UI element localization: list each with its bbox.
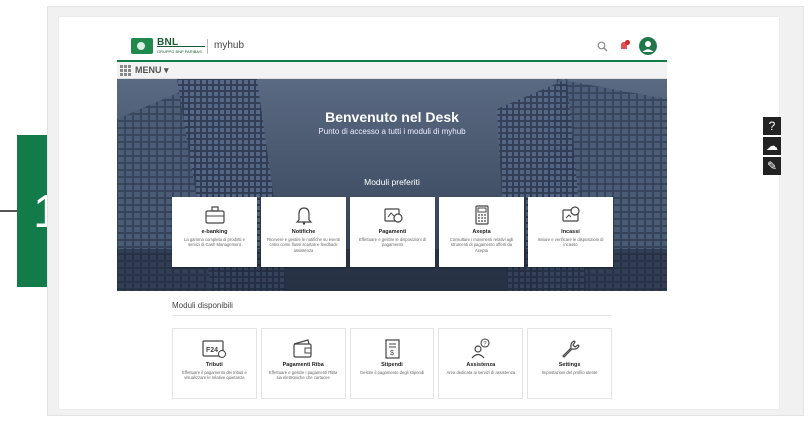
module-card-notifiche[interactable]: Notifiche Ricevere e gestire le notifich…: [261, 197, 346, 267]
cloud-upload-icon[interactable]: ☁: [763, 137, 781, 155]
search-icon[interactable]: [596, 40, 609, 53]
module-description: Ricevere e gestire le notifiche su event…: [267, 237, 340, 253]
svg-text:F24: F24: [206, 347, 218, 354]
module-card-incassi[interactable]: Incassi Inviare e verificare le disposiz…: [528, 197, 613, 267]
menu-bar[interactable]: MENU ▾: [117, 62, 667, 79]
bank-group: GRUPPO BNP PARIBAS: [157, 49, 202, 54]
module-description: Consultare i movimenti relativi agli str…: [449, 237, 514, 253]
user-avatar-icon[interactable]: [639, 37, 657, 55]
module-title: Settings: [558, 362, 581, 368]
top-bar: BNL GRUPPO BNP PARIBAS myhub: [117, 34, 667, 60]
f24-icon: F24: [173, 337, 256, 361]
module-title: Incassi: [561, 229, 580, 235]
module-description: Gestire il pagamento degli stipendi: [359, 370, 425, 375]
svg-text:$: $: [390, 350, 394, 357]
collections-icon: [528, 203, 613, 227]
module-description: Effettuare e gestire i pagamenti RiBa si…: [269, 370, 338, 381]
logo-underline: [157, 46, 205, 47]
available-divider: [172, 315, 612, 316]
module-card-pagamenti[interactable]: Pagamenti Effettuare e gestire le dispos…: [350, 197, 435, 267]
help-icon[interactable]: ?: [763, 117, 781, 135]
module-description: Effettuare e gestire le disposizioni di …: [359, 237, 426, 248]
page: 1 BNL GRUPPO BNP PARIBAS myhub MENU ▾ Be…: [0, 0, 808, 422]
module-title: e-banking: [201, 229, 228, 235]
wallet-icon: [262, 337, 345, 361]
edit-note-icon[interactable]: ✎: [763, 157, 781, 175]
module-description: Effettuare il pagamento dei tributi e vi…: [181, 370, 247, 381]
module-card-assistenza[interactable]: ? Assistenza Area dedicata ai servizi di…: [438, 328, 524, 399]
module-title: Assistenza: [466, 362, 496, 368]
briefcase-icon: [172, 203, 257, 227]
salary-doc-icon: $: [351, 337, 434, 361]
notification-bell-icon[interactable]: [617, 39, 631, 53]
support-icon: ?: [439, 337, 522, 361]
module-description: Area dedicata ai servizi di assistenza: [446, 370, 516, 375]
favorites-row: e-banking La gamma completa di prodotti …: [172, 197, 634, 267]
available-modules-row: F24 Tributi Effettuare il pagamento dei …: [172, 328, 612, 399]
module-card-stipendi[interactable]: $ Stipendi Gestire il pagamento degli st…: [349, 328, 435, 399]
favorites-title: Moduli preferiti: [364, 177, 420, 187]
hero-subtitle: Punto di accesso a tutti i moduli di myh…: [318, 127, 466, 136]
side-toolbar: ? ☁ ✎: [763, 117, 781, 175]
module-title: Tributi: [205, 362, 223, 368]
module-card-axepta[interactable]: Axepta Consultare i movimenti relativi a…: [439, 197, 524, 267]
module-title: Pagamenti Riba: [282, 362, 324, 368]
available-modules-title: Moduli disponibili: [172, 301, 233, 310]
module-title: Axepta: [472, 229, 491, 235]
top-icons: [596, 37, 657, 55]
bnl-logo-icon[interactable]: [131, 38, 153, 54]
hero-title: Benvenuto nel Desk: [325, 109, 459, 125]
module-card-settings[interactable]: Settings Impostazioni del profilo utente: [527, 328, 612, 399]
module-title: Stipendi: [381, 362, 403, 368]
module-description: La gamma completa di prodotti e servizi …: [184, 237, 245, 248]
menu-label[interactable]: MENU ▾: [135, 65, 169, 76]
bell-icon: [261, 203, 346, 227]
brand-separator: [207, 39, 208, 54]
payment-icon: [350, 203, 435, 227]
module-title: Pagamenti: [378, 229, 407, 235]
module-card-e-banking[interactable]: e-banking La gamma completa di prodotti …: [172, 197, 257, 267]
hero-banner: Benvenuto nel Desk Punto di accesso a tu…: [117, 79, 667, 291]
grid-menu-icon[interactable]: [120, 65, 131, 76]
calculator-icon: [439, 203, 524, 227]
module-description: Impostazioni del profilo utente: [541, 370, 598, 375]
wrench-icon: [528, 337, 611, 361]
module-title: Notifiche: [291, 229, 316, 235]
module-card-pagamenti-riba[interactable]: Pagamenti Riba Effettuare e gestire i pa…: [260, 328, 346, 399]
module-description: Inviare e verificare le disposizioni di …: [537, 237, 604, 248]
app-name: myhub: [214, 40, 245, 51]
module-card-tributi[interactable]: F24 Tributi Effettuare il pagamento dei …: [172, 328, 257, 399]
